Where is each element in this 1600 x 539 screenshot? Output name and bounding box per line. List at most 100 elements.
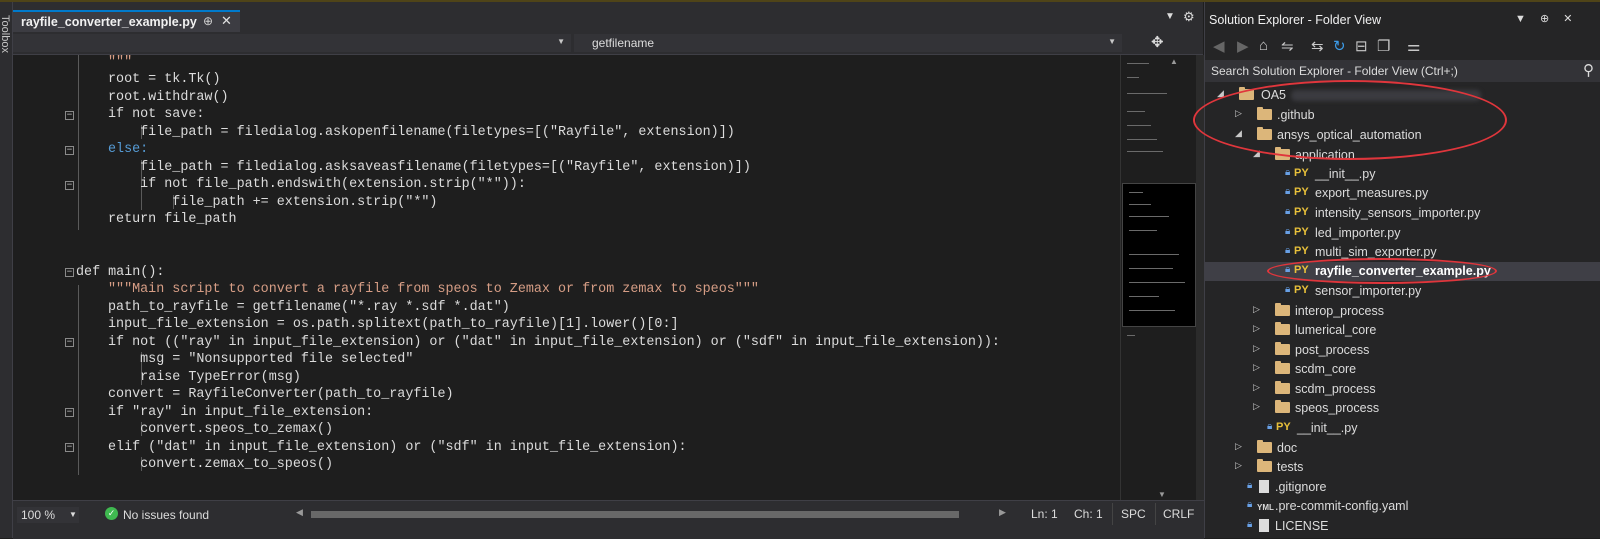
issues-status[interactable]: No issues found — [123, 508, 209, 522]
tree-item-label: scdm_process — [1295, 382, 1376, 396]
horizontal-scrollbar[interactable]: ◀ ▶ — [293, 507, 1009, 519]
tree-item-file[interactable]: 🔒︎ .gitignore — [1205, 478, 1600, 497]
status-separator — [1155, 503, 1156, 525]
collapse-all-icon[interactable]: ⊟ — [1355, 37, 1368, 55]
tree-item-file[interactable]: 🔒︎ YML .pre-commit-config.yaml — [1205, 497, 1600, 516]
expander-icon[interactable]: ▷ — [1253, 323, 1260, 334]
editor-tab[interactable]: rayfile_converter_example.py ⊕ ✕ — [13, 10, 240, 32]
minimap[interactable] — [1120, 55, 1197, 500]
tree-item-folder[interactable]: ▷ speos_process — [1205, 399, 1600, 418]
expander-icon[interactable]: ▷ — [1253, 343, 1260, 354]
home-icon[interactable]: ⌂ — [1259, 37, 1268, 54]
minimap-line — [1127, 111, 1145, 112]
minimap-line — [1127, 125, 1151, 126]
forward-icon[interactable]: ▶ — [1237, 37, 1249, 55]
tree-item-label: scdm_core — [1295, 362, 1357, 376]
lock-icon: 🔒︎ — [1285, 284, 1291, 295]
gear-icon[interactable]: ⚙ — [1183, 9, 1195, 25]
tree-item-folder[interactable]: ▷ doc — [1205, 439, 1600, 458]
search-icon[interactable]: ⚲ — [1583, 61, 1594, 79]
panel-toolbar: ◀ ▶ ⌂ ⇋ ⇆ ↻ ⊟ ❐ ⚌ — [1205, 34, 1600, 60]
scroll-left-icon[interactable]: ◀ — [296, 507, 303, 518]
panel-title: Solution Explorer - Folder View — [1209, 13, 1382, 27]
tree-item-file[interactable]: 🔒︎ PY __init__.py — [1205, 419, 1600, 438]
fold-toggle[interactable]: − — [65, 181, 74, 190]
minimap-line — [1127, 93, 1167, 94]
zoom-value: 100 % — [21, 508, 56, 522]
close-icon[interactable]: ✕ — [1563, 13, 1572, 25]
expander-icon[interactable]: ▷ — [1235, 441, 1242, 452]
python-file-icon: PY — [1294, 245, 1309, 257]
scroll-right-icon[interactable]: ▶ — [999, 507, 1006, 518]
fold-toggle[interactable]: − — [65, 268, 74, 277]
fold-toggle[interactable]: − — [65, 408, 74, 417]
scroll-down-icon[interactable]: ▼ — [1158, 490, 1166, 499]
tab-dropdown-icon[interactable]: ▼ — [1165, 11, 1175, 22]
column-indicator[interactable]: Ch: 1 — [1074, 507, 1103, 521]
fold-toggle[interactable]: − — [65, 111, 74, 120]
tree-item-folder[interactable]: ▷ lumerical_core — [1205, 321, 1600, 340]
fold-toggle[interactable]: − — [65, 338, 74, 347]
tree-item-label: lumerical_core — [1295, 323, 1377, 337]
pin-icon[interactable]: ⊕ — [203, 14, 213, 28]
expander-icon[interactable]: ▷ — [1235, 460, 1242, 471]
minimap-line — [1129, 282, 1185, 283]
zoom-dropdown[interactable]: 100 % ▼ — [17, 507, 79, 523]
code-line: """ — [108, 55, 133, 70]
code-line: raise TypeError(msg) — [108, 370, 301, 385]
tree-item-folder[interactable]: ▷ interop_process — [1205, 302, 1600, 321]
tree-item-folder[interactable]: ▷ tests — [1205, 458, 1600, 477]
expander-icon[interactable]: ▷ — [1253, 382, 1260, 393]
lock-icon: 🔒︎ — [1247, 499, 1253, 510]
close-icon[interactable]: ✕ — [221, 13, 232, 29]
code-editor[interactable]: − − − − − − − """ root = tk.Tk() root.wi… — [13, 55, 1120, 500]
switch-views-icon[interactable]: ⇋ — [1281, 37, 1294, 55]
tree-item-file[interactable]: 🔒︎ PY intensity_sensors_importer.py — [1205, 204, 1600, 223]
expander-icon[interactable]: ▷ — [1253, 362, 1260, 373]
minimap-viewport[interactable] — [1122, 183, 1196, 327]
minimap-line — [1129, 230, 1157, 231]
refresh-icon[interactable]: ↻ — [1333, 37, 1346, 55]
show-all-files-icon[interactable]: ❐ — [1377, 37, 1390, 55]
whitespace-indicator[interactable]: SPC — [1121, 507, 1146, 521]
tree-item-file[interactable]: 🔒︎ PY led_importer.py — [1205, 224, 1600, 243]
fold-toggle[interactable]: − — [65, 443, 74, 452]
toolbox-label: Toolbox — [0, 15, 11, 53]
minimap-line — [1127, 139, 1157, 140]
line-indicator[interactable]: Ln: 1 — [1031, 507, 1058, 521]
tree-item-file[interactable]: 🔒︎ PY __init__.py — [1205, 165, 1600, 184]
code-line: if "ray" in input_file_extension: — [108, 405, 374, 420]
minimap-line — [1129, 216, 1169, 217]
tree-item-folder[interactable]: ▷ post_process — [1205, 341, 1600, 360]
lock-icon: 🔒︎ — [1267, 421, 1273, 432]
pin-icon[interactable]: ⊕ — [1540, 13, 1549, 25]
line-ending-indicator[interactable]: CRLF — [1163, 507, 1194, 521]
sync-icon[interactable]: ⇆ — [1311, 37, 1324, 55]
annotation-circle — [1193, 80, 1507, 160]
tree-item-folder[interactable]: ▷ scdm_process — [1205, 380, 1600, 399]
properties-icon[interactable]: ⚌ — [1407, 37, 1420, 55]
annotation-circle — [1267, 258, 1497, 284]
tree-item-label: speos_process — [1295, 401, 1380, 415]
folder-icon — [1275, 342, 1290, 355]
members-dropdown[interactable]: getfilename ▼ — [574, 34, 1122, 52]
search-box[interactable]: Search Solution Explorer - Folder View (… — [1205, 60, 1600, 82]
tree-item-file[interactable]: 🔒︎ LICENSE — [1205, 517, 1600, 536]
fold-toggle[interactable]: − — [65, 146, 74, 155]
tree-item-folder[interactable]: ▷ scdm_core — [1205, 360, 1600, 379]
scroll-up-icon[interactable]: ▲ — [1170, 57, 1178, 66]
file-icon — [1259, 480, 1269, 493]
code-line: msg = "Nonsupported file selected" — [108, 352, 414, 367]
expander-icon[interactable]: ▷ — [1253, 304, 1260, 315]
code-line: def main(): — [76, 265, 165, 280]
panel-dropdown-icon[interactable]: ▼ — [1515, 13, 1526, 25]
back-icon[interactable]: ◀ — [1213, 37, 1225, 55]
tree-item-file[interactable]: 🔒︎ PY sensor_importer.py — [1205, 282, 1600, 301]
types-dropdown[interactable]: ▼ — [13, 34, 571, 52]
tree-item-file[interactable]: 🔒︎ PY export_measures.py — [1205, 184, 1600, 203]
expander-icon[interactable]: ▷ — [1253, 401, 1260, 412]
horizontal-scroll-thumb[interactable] — [311, 511, 959, 518]
toolbox-strip[interactable]: Toolbox — [0, 2, 13, 538]
code-line: """Main script to convert a rayfile from… — [108, 282, 759, 297]
split-editor-icon[interactable]: ✥ — [1151, 33, 1164, 51]
